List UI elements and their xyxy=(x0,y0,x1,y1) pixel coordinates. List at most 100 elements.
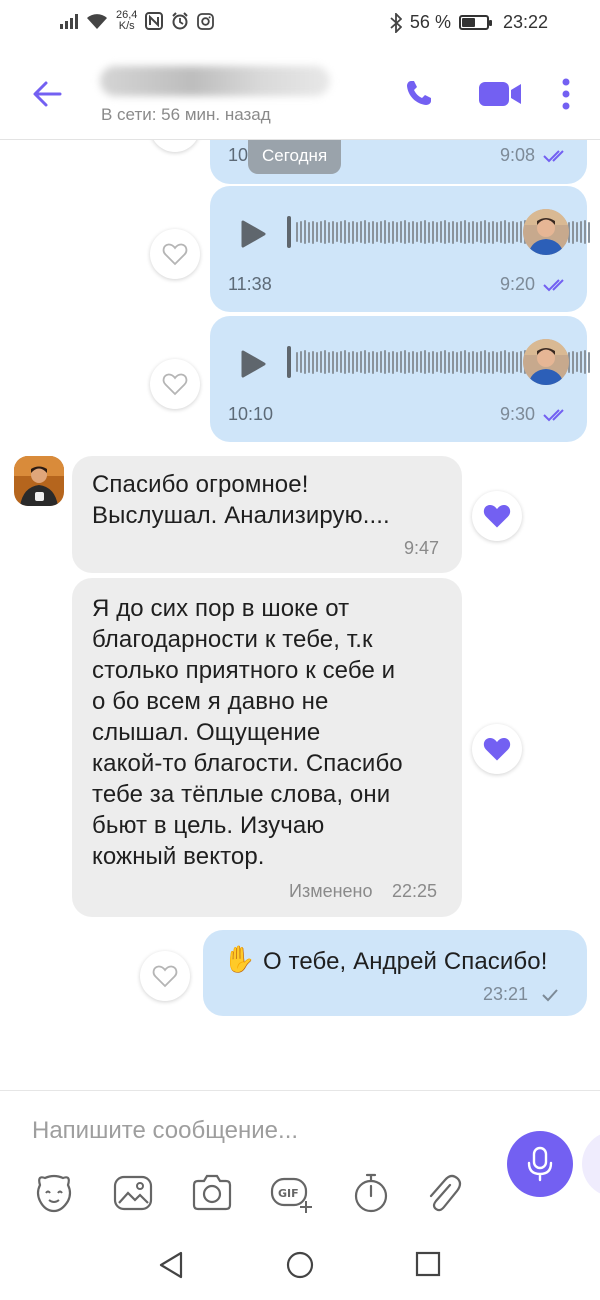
like-button[interactable] xyxy=(140,951,190,1001)
alarm-icon xyxy=(172,12,189,30)
waveform-bar xyxy=(576,222,578,242)
waveform-bar xyxy=(508,221,510,243)
message-line: благодарности к тебе, т.к xyxy=(92,626,373,653)
waveform-bar xyxy=(452,350,454,374)
incoming-message-bubble[interactable]: Я до сих пор в шоке от благодарности к т… xyxy=(72,578,462,917)
waveform-bar xyxy=(388,351,390,373)
waveform-bar xyxy=(440,351,442,373)
waveform-bar xyxy=(496,352,498,372)
waveform-bar xyxy=(420,221,422,243)
waveform-bar xyxy=(300,221,302,243)
avatar xyxy=(523,209,569,255)
waveform-bar xyxy=(396,352,398,372)
waveform-bar xyxy=(456,352,458,372)
nav-recents-icon[interactable] xyxy=(415,1251,441,1277)
waveform-bar xyxy=(384,350,386,374)
like-button[interactable] xyxy=(472,724,522,774)
waveform-bar xyxy=(428,221,430,243)
waveform-bar xyxy=(424,220,426,244)
waveform-bar xyxy=(504,220,506,244)
waveform-bar xyxy=(344,220,346,244)
waveform-bar xyxy=(324,220,326,244)
waveform-bar xyxy=(296,352,298,372)
paperclip-icon[interactable] xyxy=(420,1171,464,1215)
waveform-bar xyxy=(428,351,430,373)
waveform-bar xyxy=(452,220,454,244)
waveform-bar xyxy=(392,350,394,374)
heart-outline-icon xyxy=(152,965,178,988)
play-icon[interactable] xyxy=(240,350,266,378)
waveform-bar xyxy=(468,221,470,243)
waveform-bar xyxy=(444,350,446,374)
extra-action-button[interactable] xyxy=(582,1131,600,1197)
like-button[interactable] xyxy=(150,140,200,152)
waveform-bar xyxy=(480,351,482,373)
waveform-bar xyxy=(516,352,518,372)
waveform-bar xyxy=(340,351,342,373)
status-bar-left: 26,4 K/s xyxy=(60,10,215,32)
nav-back-icon[interactable] xyxy=(158,1251,184,1279)
status-bar-right: 56 % 23:22 xyxy=(390,12,548,33)
check-icon xyxy=(542,989,558,1002)
message-text: О тебе, Андрей Спасибо! xyxy=(263,948,548,975)
heart-outline-icon xyxy=(162,243,188,266)
like-button[interactable] xyxy=(150,359,200,409)
message-time: 9:30 xyxy=(500,404,536,424)
outgoing-message-bubble[interactable]: ✋ О тебе, Андрей Спасибо! 23:21 xyxy=(203,930,587,1016)
waveform-bar xyxy=(336,222,338,242)
voice-message-bubble[interactable]: 10:10 9:30 xyxy=(210,316,590,442)
message-list[interactable]: 10:1 9:08 Сегодня 11:38 9:20 10:10 9:30 … xyxy=(0,140,600,1090)
contact-name-redacted[interactable] xyxy=(100,66,330,96)
waveform-bar xyxy=(572,350,574,374)
back-arrow-icon[interactable] xyxy=(30,76,66,112)
waveform-bar xyxy=(588,221,590,243)
waveform-bar xyxy=(580,221,582,243)
waveform-bar xyxy=(412,350,414,374)
waveform-bar xyxy=(368,221,370,243)
like-button[interactable] xyxy=(150,229,200,279)
heart-outline-icon xyxy=(162,373,188,396)
play-icon[interactable] xyxy=(240,220,266,248)
gallery-icon[interactable] xyxy=(111,1171,155,1215)
system-navigation-bar xyxy=(0,1225,600,1300)
heart-filled-icon xyxy=(483,505,511,528)
waveform-bar xyxy=(512,350,514,374)
waveform-bar xyxy=(408,351,410,373)
timer-icon[interactable] xyxy=(349,1171,393,1215)
waveform-bar xyxy=(488,351,490,373)
waveform-bar xyxy=(512,220,514,244)
wifi-icon xyxy=(87,14,107,29)
voice-progress-marker[interactable] xyxy=(287,216,291,248)
waveform-bar xyxy=(316,222,318,242)
edited-label: Изменено xyxy=(289,881,373,901)
waveform-bar xyxy=(460,351,462,373)
sticker-icon[interactable] xyxy=(32,1171,76,1215)
like-button[interactable] xyxy=(472,491,522,541)
message-input[interactable]: Напишите сообщение... xyxy=(32,1117,298,1145)
incoming-message-bubble[interactable]: Спасибо огромное! Выслушал. Анализирую..… xyxy=(72,456,462,573)
waveform-bar xyxy=(404,350,406,374)
nav-home-icon[interactable] xyxy=(286,1251,314,1279)
camera-icon[interactable] xyxy=(190,1171,234,1215)
waveform-bar xyxy=(304,350,306,374)
message-line: слышал. Ощущение xyxy=(92,719,321,746)
waveform-bar xyxy=(432,350,434,374)
more-vert-icon[interactable] xyxy=(560,78,572,110)
gif-icon[interactable]: GIF xyxy=(270,1171,314,1215)
waveform-bar xyxy=(496,222,498,242)
voice-record-button[interactable] xyxy=(507,1131,573,1197)
double-check-icon xyxy=(543,279,564,292)
phone-icon[interactable] xyxy=(404,78,434,108)
waveform-bar xyxy=(404,220,406,244)
status-bar: 26,4 K/s 56 % 23:22 xyxy=(0,0,600,48)
video-camera-icon[interactable] xyxy=(478,81,522,107)
avatar[interactable] xyxy=(14,456,64,506)
message-line: о бо всем я давно не xyxy=(92,688,329,715)
voice-message-bubble[interactable]: 11:38 9:20 xyxy=(210,186,590,312)
waveform-bar xyxy=(448,221,450,243)
waveform-bar xyxy=(360,221,362,243)
voice-progress-marker[interactable] xyxy=(287,346,291,378)
waveform-bar xyxy=(356,352,358,372)
waveform-bar xyxy=(456,222,458,242)
message-line: тебе за тёплые слова, они xyxy=(92,781,391,808)
